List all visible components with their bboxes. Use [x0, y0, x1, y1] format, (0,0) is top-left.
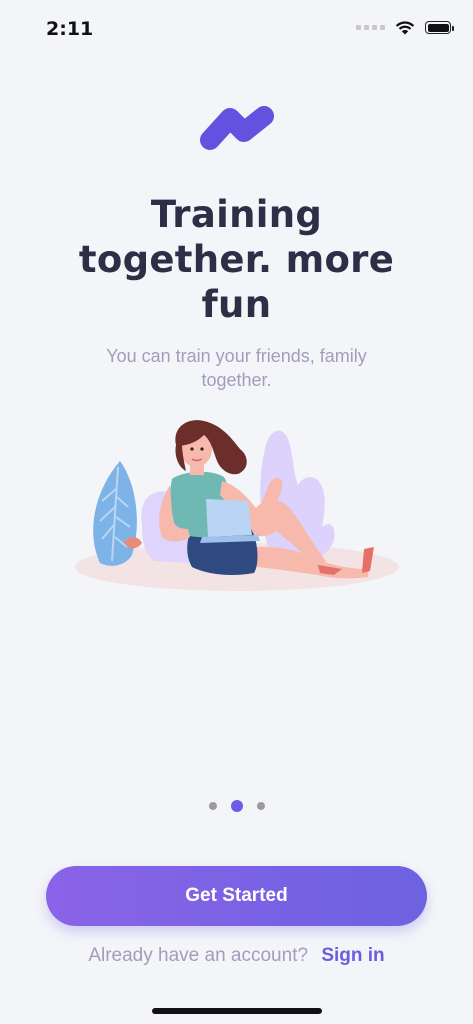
status-time: 2:11 — [46, 18, 94, 40]
home-indicator[interactable] — [152, 1008, 322, 1014]
signin-row: Already have an account? Sign in — [0, 945, 473, 967]
cellular-signal-icon — [356, 25, 385, 30]
status-bar: 2:11 — [0, 0, 473, 58]
page-subtitle: You can train your friends, family toget… — [106, 346, 367, 390]
title-line-1: Training — [150, 193, 323, 236]
signin-link[interactable]: Sign in — [321, 945, 384, 966]
wifi-icon — [395, 21, 415, 35]
logo-icon — [200, 106, 274, 150]
title-line-2: together. more — [78, 238, 395, 281]
signin-prompt: Already have an account? — [88, 945, 309, 966]
get-started-button[interactable]: Get Started — [46, 866, 427, 926]
battery-icon — [425, 21, 454, 34]
page-dot-2-active[interactable] — [230, 800, 243, 812]
title-line-3: fun — [201, 283, 272, 326]
page-dot-3[interactable] — [256, 802, 265, 810]
page-indicator — [0, 800, 473, 812]
page-dot-1[interactable] — [208, 802, 217, 810]
page-title: Training together. more fun — [60, 192, 413, 327]
woman-with-laptop-illustration — [75, 420, 399, 591]
status-icons — [356, 20, 454, 35]
